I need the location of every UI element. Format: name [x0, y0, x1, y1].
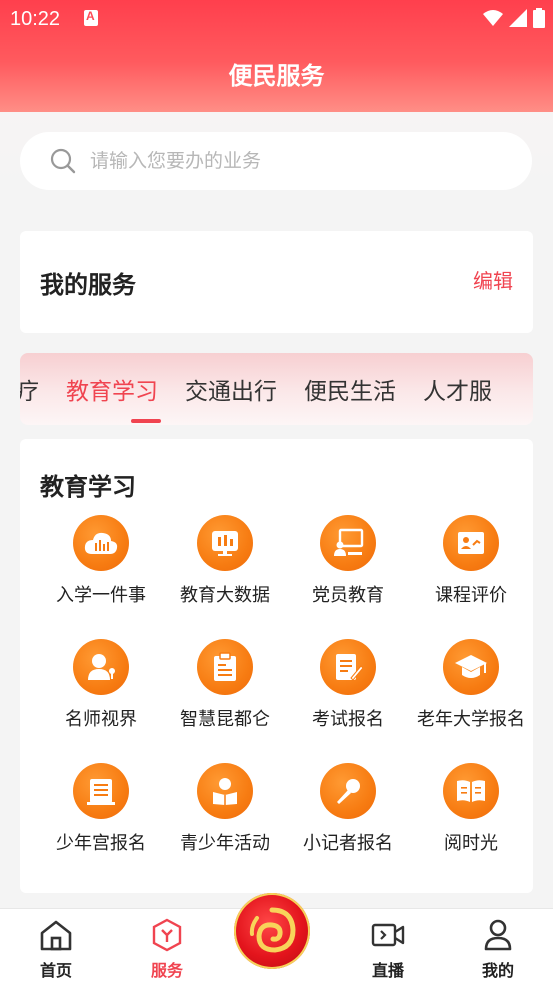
search-area — [0, 112, 553, 190]
service-famous-teachers[interactable]: 名师视界 — [37, 639, 165, 731]
service-label: 阅时光 — [444, 833, 498, 854]
service-label: 入学一件事 — [56, 585, 146, 606]
system-icons — [483, 8, 545, 28]
nav-label: 直播 — [371, 961, 404, 980]
service-label: 智慧昆都仑 — [180, 709, 270, 730]
service-enrollment[interactable]: 入学一件事 — [37, 515, 165, 607]
service-youth-activities[interactable]: 青少年活动 — [161, 763, 289, 855]
tab-talent[interactable]: 人才服 — [423, 372, 492, 406]
search-input[interactable] — [90, 146, 490, 176]
wifi-icon — [483, 10, 503, 26]
data-screen-icon — [197, 515, 253, 571]
app-logo-button[interactable] — [234, 893, 310, 969]
category-tabs: 医疗 教育学习 交通出行 便民生活 人才服 — [20, 353, 533, 425]
cloud-chart-icon — [73, 515, 129, 571]
reading-person-icon — [197, 763, 253, 819]
signal-icon — [509, 9, 527, 27]
presentation-icon — [320, 515, 376, 571]
service-youth-palace[interactable]: 少年宫报名 — [37, 763, 165, 855]
tab-life[interactable]: 便民生活 — [304, 372, 396, 406]
service-smart-kundulun[interactable]: 智慧昆都仑 — [161, 639, 289, 731]
service-exam-registration[interactable]: 考试报名 — [284, 639, 412, 731]
nav-label: 服务 — [150, 961, 183, 980]
service-icon — [152, 918, 182, 952]
nav-home[interactable]: 首页 — [11, 917, 101, 981]
nav-label: 首页 — [39, 961, 72, 980]
service-label: 少年宫报名 — [56, 833, 146, 854]
service-reading-time[interactable]: 阅时光 — [407, 763, 535, 855]
service-edu-data[interactable]: 教育大数据 — [161, 515, 289, 607]
microphone-icon — [320, 763, 376, 819]
service-young-reporter[interactable]: 小记者报名 — [284, 763, 412, 855]
service-party-education[interactable]: 党员教育 — [284, 515, 412, 607]
page-title: 便民服务 — [228, 62, 325, 90]
user-icon — [484, 919, 512, 951]
active-tab-indicator — [131, 419, 161, 423]
section-title: 教育学习 — [40, 473, 136, 501]
live-video-icon — [371, 923, 405, 947]
book-icon — [443, 763, 499, 819]
evaluation-icon — [443, 515, 499, 571]
status-time: 10:22 — [10, 8, 61, 30]
status-bar: 10:22 — [0, 0, 553, 38]
search-icon — [50, 148, 76, 174]
service-senior-university[interactable]: 老年大学报名 — [407, 639, 535, 731]
service-label: 党员教育 — [312, 585, 384, 606]
nav-mine[interactable]: 我的 — [453, 917, 543, 981]
edit-button[interactable]: 编辑 — [473, 265, 513, 294]
teacher-icon — [73, 639, 129, 695]
app-notification-icon — [84, 9, 98, 26]
battery-icon — [533, 8, 545, 28]
exam-icon — [320, 639, 376, 695]
nav-label: 我的 — [481, 961, 514, 980]
tab-transport[interactable]: 交通出行 — [185, 372, 277, 406]
service-label: 教育大数据 — [180, 585, 270, 606]
home-icon — [40, 920, 72, 951]
service-label: 名师视界 — [65, 709, 137, 730]
building-icon — [73, 763, 129, 819]
my-services-card: 我的服务 编辑 — [20, 231, 533, 333]
nav-live[interactable]: 直播 — [343, 917, 433, 981]
header: 10:22 便民服务 — [0, 0, 553, 112]
logo-swirl-icon — [249, 907, 296, 953]
clipboard-icon — [197, 639, 253, 695]
service-label: 小记者报名 — [303, 833, 393, 854]
nav-service[interactable]: 服务 — [122, 917, 212, 981]
graduation-cap-icon — [443, 639, 499, 695]
tab-medical[interactable]: 医疗 — [20, 372, 39, 406]
service-course-evaluation[interactable]: 课程评价 — [407, 515, 535, 607]
service-label: 老年大学报名 — [417, 709, 525, 730]
my-services-title: 我的服务 — [40, 271, 136, 299]
search-bar[interactable] — [20, 132, 532, 190]
tab-education[interactable]: 教育学习 — [66, 372, 158, 406]
service-label: 课程评价 — [435, 585, 507, 606]
service-label: 考试报名 — [312, 709, 384, 730]
service-label: 青少年活动 — [180, 833, 270, 854]
bottom-navigation: 首页 服务 直播 我的 — [0, 893, 553, 984]
education-section: 教育学习 入学一件事 教育大数据 党员教育 课程评价 名师视界 智慧昆都仑 考试… — [20, 439, 533, 893]
